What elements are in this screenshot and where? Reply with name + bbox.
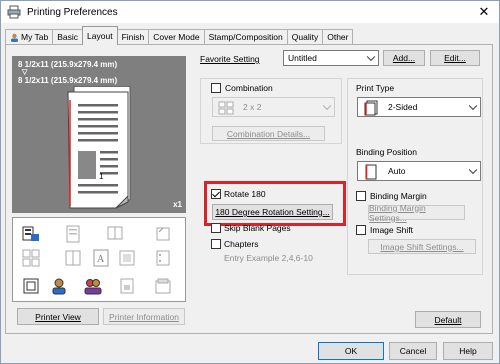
skip-blank-pages-checkbox[interactable] xyxy=(211,223,221,233)
combination-details-button[interactable]: Combination Details... xyxy=(212,126,325,141)
print-type-label: Print Type xyxy=(356,83,395,93)
user-authentication-icon xyxy=(52,278,66,295)
ok-button[interactable]: OK xyxy=(318,342,384,360)
printing-preferences-window: Printing Preferences ✕ My Tab Basic Layo… xyxy=(0,0,500,364)
tab-my-tab[interactable]: My Tab xyxy=(5,29,54,45)
printer-icon xyxy=(7,5,21,19)
combination-checkbox[interactable] xyxy=(211,83,221,93)
combination-dropdown[interactable]: 2 x 2 xyxy=(212,97,335,117)
tab-stamp-composition[interactable]: Stamp/Composition xyxy=(203,29,288,45)
tab-finish[interactable]: Finish xyxy=(116,29,150,45)
chevron-down-icon xyxy=(468,101,478,111)
add-favorite-button[interactable]: Add... xyxy=(383,50,425,66)
copy-icon xyxy=(23,278,39,294)
tab-cover-mode[interactable]: Cover Mode xyxy=(148,29,205,45)
binding-margin-checkbox[interactable] xyxy=(356,191,366,201)
account-track-icon xyxy=(84,279,102,295)
secure-print-icon xyxy=(120,278,134,294)
chevron-down-icon xyxy=(322,101,332,111)
favorite-setting-dropdown[interactable]: Untitled xyxy=(283,50,379,66)
pages-per-sheet-icon xyxy=(22,249,40,267)
close-button[interactable]: ✕ xyxy=(469,1,499,23)
function-icon-panel: A xyxy=(12,217,186,302)
print-preview: 8 1/2x11 (215.9x279.4 mm) ▽ 8 1/2x11 (21… xyxy=(12,56,186,213)
image-shift-checkbox[interactable] xyxy=(356,225,366,235)
help-button[interactable]: Help xyxy=(443,342,493,360)
printer-information-button[interactable]: Printer Information xyxy=(103,308,185,325)
document-icon xyxy=(66,225,80,243)
chevron-down-icon xyxy=(366,52,376,62)
favorite-setting-label: Favorite Setting xyxy=(200,54,260,64)
tab-quality[interactable]: Quality xyxy=(286,29,324,45)
chapters-label: Chapters xyxy=(224,239,259,249)
skip-blank-pages-label: Skip Blank Pages xyxy=(224,223,291,233)
binding-position-dropdown[interactable]: Auto xyxy=(357,161,481,181)
binding-position-label: Binding Position xyxy=(356,147,417,157)
booklet-fold-icon xyxy=(119,250,135,266)
image-shift-settings-button[interactable]: Image Shift Settings... xyxy=(368,239,476,254)
copies-count: x1 xyxy=(173,200,182,209)
booklet-icon xyxy=(107,226,123,240)
page-preview-graphic xyxy=(67,85,131,209)
text-a-icon: A xyxy=(93,249,109,267)
staple-icon xyxy=(156,227,170,241)
binding-left-icon xyxy=(365,164,377,180)
tab-other[interactable]: Other xyxy=(322,29,354,45)
binding-margin-settings-button[interactable]: Binding Margin Settings... xyxy=(368,203,465,223)
box-save-icon xyxy=(155,278,171,294)
svg-text:A: A xyxy=(97,254,105,265)
default-button[interactable]: Default xyxy=(415,311,481,328)
chapters-input-placeholder[interactable]: Entry Example 2,4,6-10 xyxy=(224,253,313,263)
grid-2x2-icon xyxy=(218,101,234,115)
image-shift-label: Image Shift xyxy=(370,225,413,235)
chevron-down-icon xyxy=(468,165,478,175)
page-number: 1 xyxy=(99,172,104,181)
poster-icon xyxy=(65,250,81,266)
printer-view-button[interactable]: Printer View xyxy=(17,308,99,325)
edit-favorite-button[interactable]: Edit... xyxy=(430,50,480,66)
tab-layout[interactable]: Layout xyxy=(82,26,118,45)
tab-basic[interactable]: Basic xyxy=(52,29,84,45)
chapters-checkbox[interactable] xyxy=(211,239,221,249)
print-type-dropdown[interactable]: 2-Sided xyxy=(357,97,481,117)
punch-icon xyxy=(156,250,170,266)
window-title: Printing Preferences xyxy=(27,6,118,18)
close-icon: ✕ xyxy=(478,4,490,19)
user-icon xyxy=(11,33,18,42)
tab-strip: My Tab Basic Layout Finish Cover Mode St… xyxy=(5,26,354,45)
combination-label: Combination xyxy=(225,83,273,93)
binding-margin-label: Binding Margin xyxy=(370,191,427,201)
two-sided-icon xyxy=(364,100,378,116)
highlight-box xyxy=(204,181,346,226)
title-bar: Printing Preferences ✕ xyxy=(1,1,499,23)
layout-icon xyxy=(22,226,39,241)
cancel-button[interactable]: Cancel xyxy=(389,342,437,360)
